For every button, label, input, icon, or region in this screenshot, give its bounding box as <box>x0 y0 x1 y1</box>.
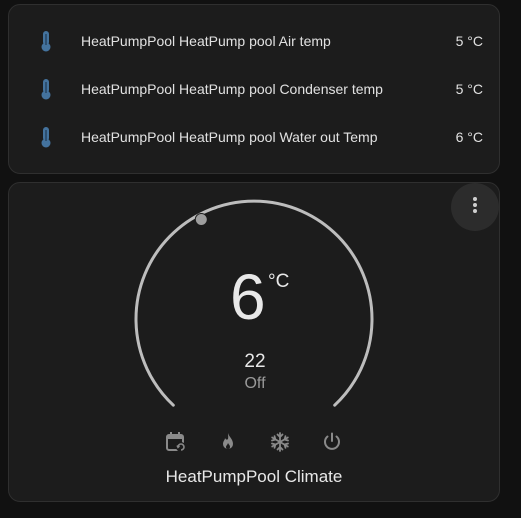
calendar-sync-icon <box>164 432 188 458</box>
entity-row-condenser-temp[interactable]: HeatPumpPool HeatPump pool Condenser tem… <box>9 74 499 104</box>
mode-buttons <box>9 430 499 454</box>
thermometer-icon <box>37 125 55 149</box>
entity-name: HeatPumpPool HeatPump pool Condenser tem… <box>81 81 383 97</box>
current-temperature: 6 <box>230 261 266 333</box>
thermometer-icon <box>37 77 55 101</box>
temperature-unit: °C <box>268 271 290 292</box>
snowflake-icon <box>268 432 292 458</box>
entity-state: 5 °C <box>455 33 483 49</box>
entity-name: HeatPumpPool HeatPump pool Water out Tem… <box>81 129 378 145</box>
hvac-mode-label: Off <box>244 375 266 392</box>
entity-state: 5 °C <box>455 81 483 97</box>
thermostat-card: 6 °C 22 Off HeatPumpPool Climate <box>8 182 500 502</box>
thermometer-icon <box>37 29 55 53</box>
target-temperature: 22 <box>244 351 266 372</box>
dial-handle <box>194 213 208 226</box>
entity-state: 6 °C <box>455 129 483 145</box>
entity-name: HeatPumpPool HeatPump pool Air temp <box>81 33 331 49</box>
power-icon <box>320 432 344 458</box>
entities-card: HeatPumpPool HeatPump pool Air temp 5 °C… <box>8 4 500 174</box>
mode-cool-button[interactable] <box>268 430 292 454</box>
thermostat-title: HeatPumpPool Climate <box>165 467 343 486</box>
mode-auto-button[interactable] <box>164 430 188 454</box>
mode-heat-button[interactable] <box>216 430 240 454</box>
fire-icon <box>216 433 240 458</box>
entity-row-air-temp[interactable]: HeatPumpPool HeatPump pool Air temp 5 °C <box>9 26 499 56</box>
mode-off-button[interactable] <box>320 430 344 454</box>
entity-row-water-out-temp[interactable]: HeatPumpPool HeatPump pool Water out Tem… <box>9 122 499 152</box>
